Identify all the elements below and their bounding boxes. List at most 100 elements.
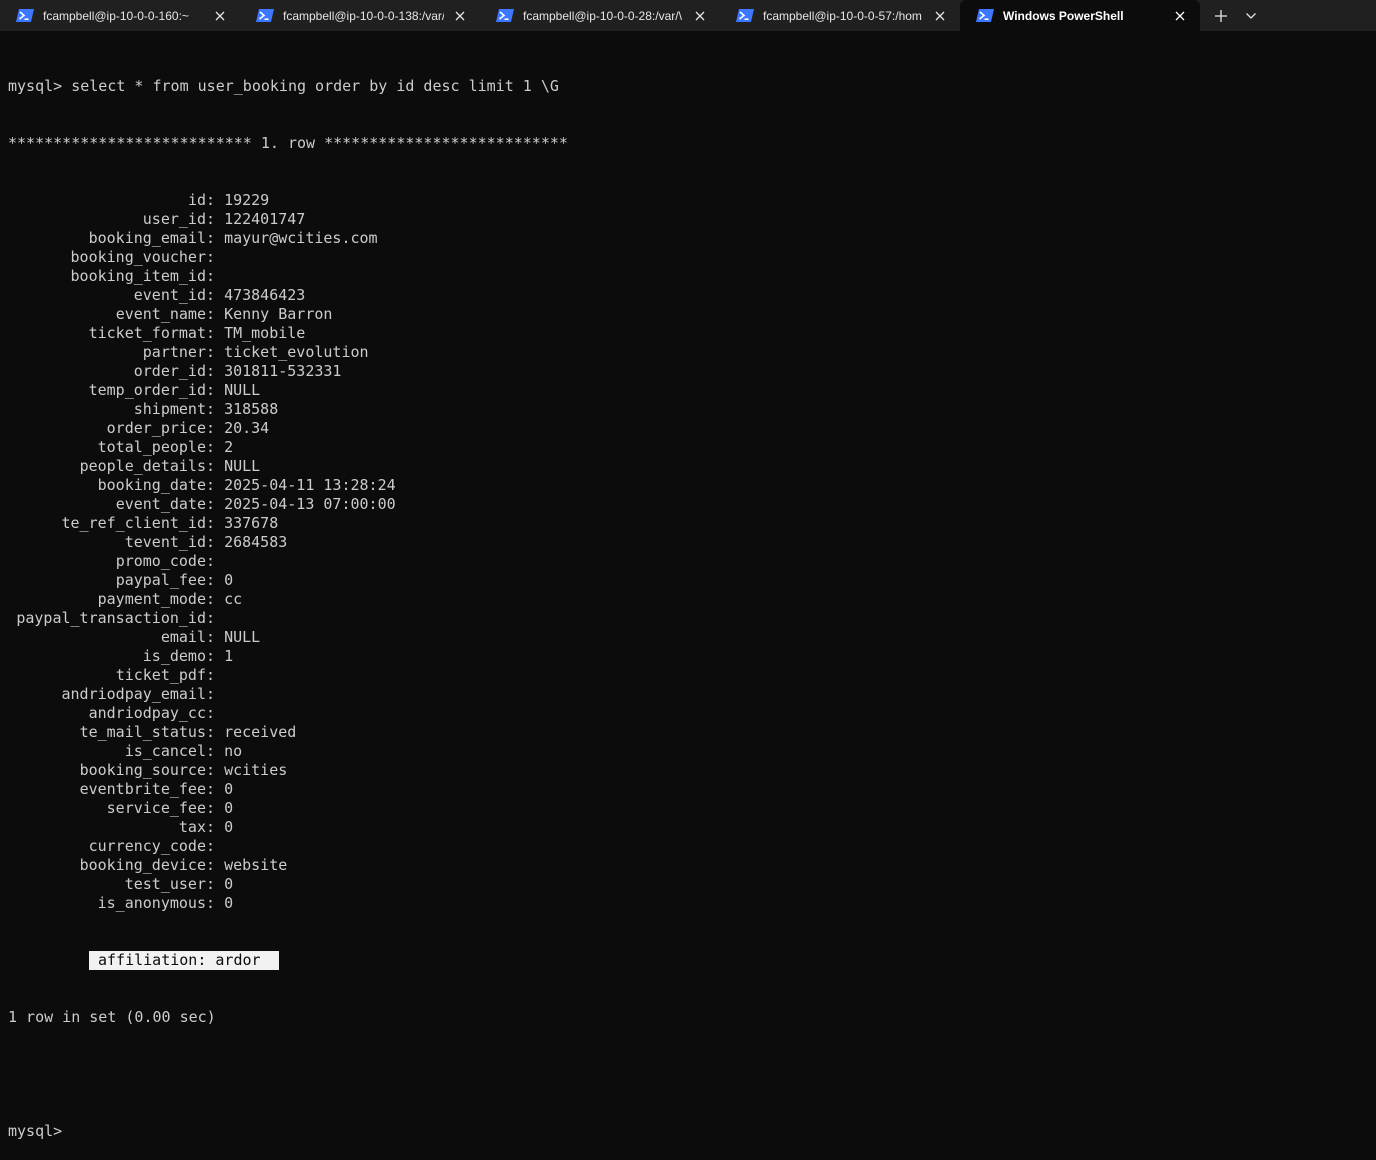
field-label: tax [8,818,206,837]
powershell-icon [256,9,274,22]
tab-title: fcampbell@ip-10-0-0-57:/hom [763,9,924,23]
powershell-icon [16,9,34,22]
field-label: partner [8,343,206,362]
field-value: 0 [224,780,233,798]
field-value: 0 [224,571,233,589]
field-label: booking_date [8,476,206,495]
field-line: paypal_transaction_id: [8,609,1376,628]
field-label: user_id [8,210,206,229]
field-line: partner: ticket_evolution [8,343,1376,362]
field-label: temp_order_id [8,381,206,400]
field-line: total_people: 2 [8,438,1376,457]
field-value: cc [224,590,242,608]
tab-3[interactable]: fcampbell@ip-10-0-0-28:/var/\ [480,0,720,31]
field-label: payment_mode [8,590,206,609]
field-line: andriodpay_email: [8,685,1376,704]
field-line: user_id: 122401747 [8,210,1376,229]
field-label: is_cancel [8,742,206,761]
tab-1[interactable]: fcampbell@ip-10-0-0-160:~ [0,0,240,31]
prompt-line[interactable]: mysql> [8,1122,1376,1141]
field-value: 2 [224,438,233,456]
field-line: andriodpay_cc: [8,704,1376,723]
field-line: tevent_id: 2684583 [8,533,1376,552]
highlighted-field-line: affiliation: ardor [8,951,1376,970]
field-label: ticket_pdf [8,666,206,685]
field-label: tevent_id [8,533,206,552]
field-line: booking_voucher: [8,248,1376,267]
field-label: email [8,628,206,647]
tab-dropdown-button[interactable] [1236,0,1266,31]
field-line: paypal_fee: 0 [8,571,1376,590]
field-line: service_fee: 0 [8,799,1376,818]
selection-highlight: affiliation: ardor [89,951,279,970]
powershell-icon [976,9,994,22]
field-line: people_details: NULL [8,457,1376,476]
close-icon[interactable] [930,6,950,26]
field-value: 318588 [224,400,278,418]
field-label: total_people [8,438,206,457]
result-summary: 1 row in set (0.00 sec) [8,1008,1376,1027]
field-line: promo_code: [8,552,1376,571]
field-value: no [224,742,242,760]
field-value: NULL [224,457,260,475]
field-value: 122401747 [224,210,305,228]
field-line: is_demo: 1 [8,647,1376,666]
field-label: order_price [8,419,206,438]
close-icon[interactable] [690,6,710,26]
close-icon[interactable] [1170,6,1190,26]
field-line: order_id: 301811-532331 [8,362,1376,381]
field-label: affiliation [98,951,197,970]
field-line: event_id: 473846423 [8,286,1376,305]
field-value: 0 [224,894,233,912]
field-value: 1 [224,647,233,665]
field-value: NULL [224,628,260,646]
field-label: people_details [8,457,206,476]
field-label: paypal_transaction_id [8,609,206,628]
terminal-output[interactable]: mysql> select * from user_booking order … [8,39,1376,1032]
tab-2[interactable]: fcampbell@ip-10-0-0-138:/var/ [240,0,480,31]
blank-line [8,1065,1376,1084]
field-line: te_mail_status: received [8,723,1376,742]
field-line: order_price: 20.34 [8,419,1376,438]
field-label: event_id [8,286,206,305]
new-tab-button[interactable] [1206,0,1236,31]
field-value: 20.34 [224,419,269,437]
field-label: currency_code [8,837,206,856]
field-label: is_anonymous [8,894,206,913]
field-line: booking_device: website [8,856,1376,875]
field-label: event_name [8,305,206,324]
field-line: payment_mode: cc [8,590,1376,609]
tab-title: fcampbell@ip-10-0-0-138:/var/ [283,9,444,23]
field-label: andriodpay_email [8,685,206,704]
field-value: website [224,856,287,874]
tab-5-active[interactable]: Windows PowerShell [960,0,1200,31]
field-line: te_ref_client_id: 337678 [8,514,1376,533]
field-line: currency_code: [8,837,1376,856]
chevron-down-icon [1246,13,1256,19]
field-label: service_fee [8,799,206,818]
field-value: 0 [224,818,233,836]
field-value: 301811-532331 [224,362,341,380]
powershell-icon [496,9,514,22]
field-value: received [224,723,296,741]
field-value: Kenny Barron [224,305,332,323]
field-line: email: NULL [8,628,1376,647]
tab-4[interactable]: fcampbell@ip-10-0-0-57:/hom [720,0,960,31]
tab-bar: fcampbell@ip-10-0-0-160:~ fcampbell@ip-1… [0,0,1376,31]
field-label: booking_voucher [8,248,206,267]
field-label: is_demo [8,647,206,666]
tab-title: fcampbell@ip-10-0-0-160:~ [43,9,204,23]
field-line: ticket_format: TM_mobile [8,324,1376,343]
record-fields: id: 19229user_id: 122401747booking_email… [8,191,1376,913]
field-value: 337678 [224,514,278,532]
close-icon[interactable] [210,6,230,26]
tab-title: fcampbell@ip-10-0-0-28:/var/\ [523,9,684,23]
field-line: booking_date: 2025-04-11 13:28:24 [8,476,1376,495]
field-value: 0 [224,799,233,817]
field-value: mayur@wcities.com [224,229,378,247]
field-line: booking_item_id: [8,267,1376,286]
field-label: order_id [8,362,206,381]
close-icon[interactable] [450,6,470,26]
field-value: 0 [224,875,233,893]
field-line: is_anonymous: 0 [8,894,1376,913]
